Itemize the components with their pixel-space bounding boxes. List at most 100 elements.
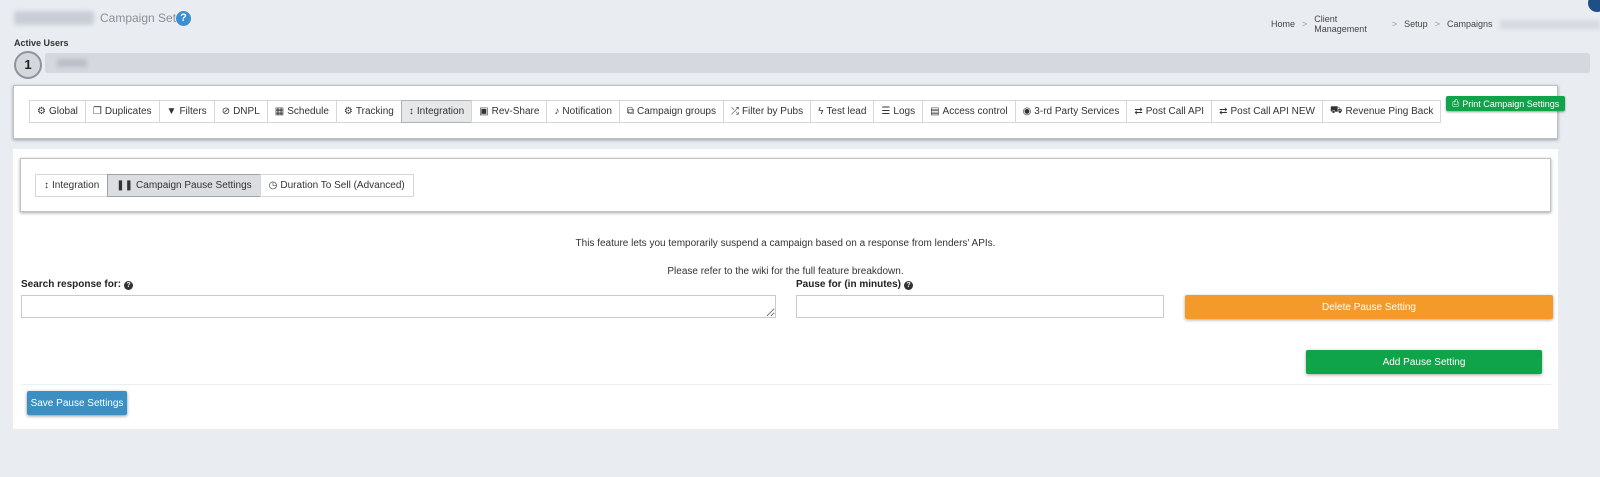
list-icon: ☰ — [881, 106, 891, 117]
tab-label: Rev-Share — [491, 106, 540, 117]
add-pause-setting-button[interactable]: Add Pause Setting — [1306, 350, 1542, 374]
tab-filters[interactable]: ▼ Filters — [158, 100, 215, 123]
search-response-input[interactable] — [21, 295, 776, 318]
tab-label: Tracking — [355, 106, 394, 117]
campaign-tabs: ⚙ Global ❐ Duplicates ▼ Filters ⊘ DNPL ▦ Schedule… — [29, 100, 1442, 123]
pause-settings-card: ↕ Integration ❚❚ Campaign Pause Settings ◷ Du… — [13, 149, 1558, 429]
user-avatar[interactable] — [1588, 0, 1600, 12]
ban-icon: ⊘ — [221, 106, 231, 117]
cart-icon: ⛟ — [1329, 105, 1343, 116]
tab-label: DNPL — [233, 106, 260, 117]
tab-label: Access control — [942, 106, 1008, 117]
breadcrumb: Home > Client Management > Setup > Campa… — [1271, 14, 1600, 34]
copy-icon: ❐ — [92, 106, 102, 117]
search-response-label: Search response for:? — [21, 279, 134, 290]
exchange-icon: ⇄ — [1134, 106, 1143, 117]
tab-global[interactable]: ⚙ Global — [29, 100, 86, 123]
tab-label: Filters — [179, 106, 207, 117]
tab-duplicates[interactable]: ❐ Duplicates — [84, 100, 160, 123]
wiki-note: Please refer to the wiki for the full fe… — [667, 266, 904, 277]
print-icon: ⎙ — [1452, 98, 1460, 108]
delete-pause-setting-button[interactable]: Delete Pause Setting — [1185, 295, 1553, 319]
breadcrumb-home[interactable]: Home — [1271, 19, 1295, 29]
arrows-vertical-icon: ↕ — [44, 180, 49, 191]
file-icon: ▤ — [930, 106, 940, 117]
exchange-icon: ⇄ — [1219, 106, 1228, 117]
tab-label: Global — [48, 106, 78, 117]
tab-label: Test lead — [826, 106, 867, 117]
pause-icon: ❚❚ — [116, 180, 134, 191]
integration-subtabs-panel: ↕ Integration ❚❚ Campaign Pause Settings ◷ Du… — [20, 158, 1551, 212]
tab-3-rd-party-services[interactable]: ◉ 3-rd Party Services — [1014, 100, 1128, 123]
active-users-label: Active Users — [14, 38, 69, 48]
integration-subtabs: ↕ Integration ❚❚ Campaign Pause Settings ◷ Du… — [35, 174, 414, 197]
top-bar: Campaign Setup ? Home > Client Managemen… — [0, 0, 1600, 36]
tab-label: Schedule — [287, 106, 329, 117]
calendar-icon: ▦ — [274, 106, 285, 117]
tab-label: Duplicates — [104, 106, 152, 117]
search-response-label-text: Search response for: — [21, 279, 122, 290]
tab-access-control[interactable]: ▤ Access control — [922, 100, 1016, 123]
bell-icon: ♪ — [554, 106, 560, 117]
tab-post-call-api[interactable]: ⇄ Post Call API — [1126, 100, 1213, 123]
tab-notification[interactable]: ♪ Notification — [546, 100, 620, 123]
tab-logs[interactable]: ☰ Logs — [873, 100, 924, 123]
eye-icon: ◉ — [1022, 106, 1032, 117]
active-users-bar — [45, 53, 1590, 73]
subtab-campaign-pause-settings[interactable]: ❚❚ Campaign Pause Settings — [107, 174, 261, 197]
question-icon[interactable]: ? — [904, 281, 914, 290]
breadcrumb-separator: > — [1302, 19, 1308, 29]
subtab-label: Campaign Pause Settings — [136, 180, 252, 191]
filter-icon: ▼ — [166, 106, 177, 117]
divider — [21, 384, 1551, 385]
save-pause-settings-button[interactable]: Save Pause Settings — [27, 391, 127, 415]
pause-minutes-input[interactable] — [796, 295, 1164, 318]
active-user-name-redacted — [57, 59, 87, 67]
question-icon[interactable]: ? — [124, 281, 134, 290]
subtab-duration-to-sell-advanced[interactable]: ◷ Duration To Sell (Advanced) — [259, 174, 414, 197]
tab-campaign-groups[interactable]: ⧉ Campaign groups — [618, 100, 724, 123]
breadcrumb-redacted — [1500, 19, 1600, 29]
tab-test-lead[interactable]: ϟ Test lead — [810, 100, 875, 123]
breadcrumb-setup[interactable]: Setup — [1404, 19, 1428, 29]
tab-label: Revenue Ping Back — [1345, 106, 1434, 117]
object-group-icon: ⧉ — [626, 106, 635, 117]
subtab-integration[interactable]: ↕ Integration — [35, 174, 109, 197]
clock-icon: ◷ — [268, 180, 278, 191]
tab-filter-by-pubs[interactable]: ⤮ Filter by Pubs — [722, 100, 812, 123]
tab-label: Campaign groups — [637, 106, 716, 117]
money-icon: ▣ — [479, 106, 489, 117]
cogs-icon: ⚙ — [343, 106, 353, 117]
tab-schedule[interactable]: ▦ Schedule — [266, 100, 337, 123]
pause-minutes-label: Pause for (in minutes)? — [796, 279, 914, 290]
tab-label: Post Call API NEW — [1230, 106, 1315, 117]
campaign-tabs-panel: ⚙ Global ❐ Duplicates ▼ Filters ⊘ DNPL ▦ Schedule… — [13, 85, 1566, 139]
active-users-count-badge: 1 — [14, 51, 42, 79]
breadcrumb-campaigns[interactable]: Campaigns — [1447, 19, 1493, 29]
tab-label: Integration — [416, 106, 465, 117]
tab-label: Logs — [893, 106, 916, 117]
tab-label: Filter by Pubs — [741, 106, 804, 117]
help-icon[interactable]: ? — [176, 11, 191, 26]
pause-minutes-label-text: Pause for (in minutes) — [796, 279, 902, 290]
subtab-label: Duration To Sell (Advanced) — [280, 180, 405, 191]
bolt-icon: ϟ — [818, 106, 824, 117]
tab-label: Notification — [562, 106, 612, 117]
tab-post-call-api-new[interactable]: ⇄ Post Call API NEW — [1211, 100, 1323, 123]
tab-tracking[interactable]: ⚙ Tracking — [335, 100, 402, 123]
print-campaign-settings-button[interactable]: ⎙ Print Campaign Settings — [1446, 96, 1566, 111]
subtab-label: Integration — [52, 180, 100, 191]
tab-label: 3-rd Party Services — [1034, 106, 1120, 117]
breadcrumb-separator: > — [1434, 19, 1440, 29]
campaign-name-redacted — [14, 11, 94, 25]
print-button-label: Print Campaign Settings — [1462, 98, 1560, 109]
tab-integration[interactable]: ↕ Integration — [400, 100, 473, 123]
tab-dnpl[interactable]: ⊘ DNPL — [213, 100, 268, 123]
breadcrumb-client-management[interactable]: Client Management — [1314, 14, 1385, 34]
cogs-icon: ⚙ — [37, 106, 46, 117]
tab-label: Post Call API — [1145, 106, 1205, 117]
breadcrumb-separator: > — [1391, 19, 1398, 29]
tab-rev-share[interactable]: ▣ Rev-Share — [471, 100, 548, 123]
feature-description: This feature lets you temporarily suspen… — [575, 238, 996, 249]
tab-revenue-ping-back[interactable]: ⛟ Revenue Ping Back — [1321, 100, 1442, 123]
